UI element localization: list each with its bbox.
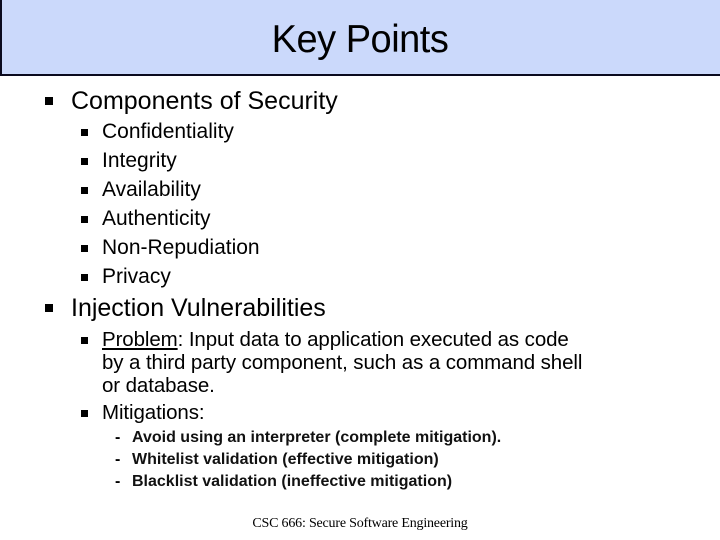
list-item: Confidentiality (102, 120, 234, 143)
problem-line-1: Problem: Input data to application execu… (102, 328, 569, 352)
bullet-square-icon (81, 337, 88, 344)
list-item: Integrity (102, 149, 177, 172)
mitigation-item: Avoid using an interpreter (complete mit… (132, 429, 502, 446)
list-item: Availability (102, 178, 201, 201)
dash-bullet-icon: - (115, 429, 121, 446)
problem-label: Problem (102, 328, 178, 351)
list-item: Privacy (102, 265, 171, 288)
bullet-square-icon (81, 129, 88, 136)
bullet-square-icon (45, 97, 53, 105)
slide-title: Key Points (271, 18, 449, 61)
list-item: Non-Repudiation (102, 236, 260, 259)
section-heading-injection: Injection Vulnerabilities (71, 294, 326, 322)
mitigations-label: Mitigations: (102, 401, 205, 424)
bullet-square-icon (81, 158, 88, 165)
bullet-square-icon (81, 187, 88, 194)
problem-line-2: by a third party component, such as a co… (102, 351, 583, 374)
problem-text: : Input data to application executed as … (177, 328, 569, 351)
slide-footer: CSC 666: Secure Software Engineering (252, 516, 468, 531)
bullet-square-icon (81, 245, 88, 252)
bullet-square-icon (81, 216, 88, 223)
mitigation-item: Whitelist validation (effective mitigati… (132, 451, 439, 468)
bullet-square-icon (81, 410, 88, 417)
problem-line-3: or database. (102, 374, 215, 397)
list-item: Authenticity (102, 207, 211, 230)
bullet-square-icon (45, 304, 53, 312)
dash-bullet-icon: - (115, 473, 121, 490)
section-heading-security: Components of Security (71, 87, 338, 115)
mitigation-item: Blacklist validation (ineffective mitiga… (132, 473, 453, 490)
bullet-square-icon (81, 274, 88, 281)
dash-bullet-icon: - (115, 451, 121, 468)
